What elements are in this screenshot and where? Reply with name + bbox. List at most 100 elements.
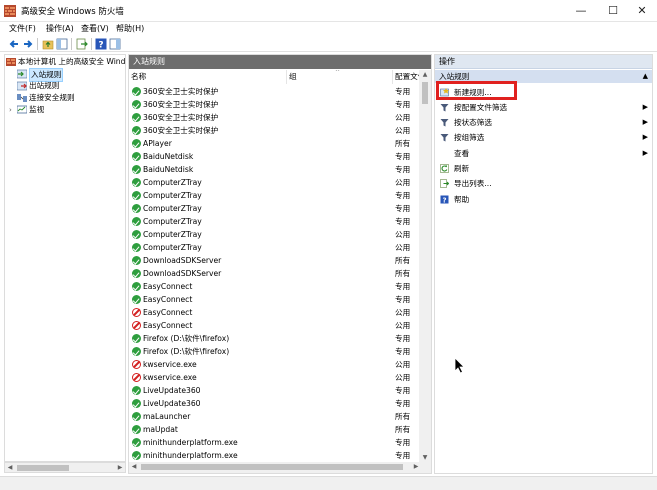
rule-profile: 专用 xyxy=(395,165,411,174)
table-row[interactable]: EasyConnect 专用 xyxy=(129,293,419,306)
table-row[interactable]: ComputerZTray 专用 xyxy=(129,202,419,215)
table-row[interactable]: ComputerZTray 公用 xyxy=(129,228,419,241)
table-row[interactable]: Firefox (D:\软件\firefox) 专用 xyxy=(129,345,419,358)
table-row[interactable]: DownloadSDKServer 所有 xyxy=(129,254,419,267)
maximize-button[interactable]: ☐ xyxy=(598,0,628,22)
table-row[interactable]: ComputerZTray 专用 xyxy=(129,215,419,228)
scroll-right-icon[interactable]: ▶ xyxy=(115,463,125,473)
rule-profile: 专用 xyxy=(395,87,411,96)
rule-profile: 公用 xyxy=(395,126,411,135)
show-tree-icon[interactable] xyxy=(56,38,68,50)
column-header-group[interactable]: 组 ^ xyxy=(287,70,393,84)
rule-name: ComputerZTray xyxy=(143,217,202,226)
allowed-rule-icon xyxy=(132,152,141,161)
scroll-left-icon[interactable]: ◀ xyxy=(129,462,139,472)
menu-help[interactable]: 帮助(H) xyxy=(116,23,144,34)
action-item[interactable]: 按配置文件筛选 ▶ xyxy=(435,101,652,114)
rule-profile: 公用 xyxy=(395,373,411,382)
rule-name: EasyConnect xyxy=(143,308,193,317)
rule-name: LiveUpdate360 xyxy=(143,399,201,408)
tree-item-label: 监视 xyxy=(29,105,45,114)
rules-list: 360安全卫士实时保护 专用 360安全卫士实时保护 专用 360安全卫士实时保护 公用 3… xyxy=(129,85,419,462)
table-row[interactable]: EasyConnect 专用 xyxy=(129,280,419,293)
table-row[interactable]: minithunderplatform.exe 专用 xyxy=(129,436,419,449)
show-action-pane-icon[interactable] xyxy=(109,38,121,50)
allowed-rule-icon xyxy=(132,399,141,408)
submenu-arrow-icon: ▶ xyxy=(642,133,648,141)
table-row[interactable]: LiveUpdate360 专用 xyxy=(129,384,419,397)
table-row[interactable]: minithunderplatform.exe 专用 xyxy=(129,449,419,462)
table-row[interactable]: ComputerZTray 公用 xyxy=(129,176,419,189)
action-item[interactable]: 刷新 xyxy=(435,162,652,175)
table-row[interactable]: kwservice.exe 公用 xyxy=(129,358,419,371)
rule-profile: 所有 xyxy=(395,139,411,148)
tree-horizontal-scrollbar[interactable]: ◀ ▶ xyxy=(4,462,126,473)
table-row[interactable]: maLauncher 所有 xyxy=(129,410,419,423)
column-header-name[interactable]: 名称 xyxy=(129,70,287,84)
navigation-tree: 本地计算机 上的高级安全 Windo 入站规则 出站规则 连接安全规则 › 监视 xyxy=(4,54,126,462)
table-row[interactable]: 360安全卫士实时保护 公用 xyxy=(129,124,419,137)
rule-profile: 专用 xyxy=(395,152,411,161)
table-row[interactable]: 360安全卫士实时保护 公用 xyxy=(129,111,419,124)
allowed-rule-icon xyxy=(132,282,141,291)
submenu-arrow-icon: ▶ xyxy=(642,118,648,126)
menu-file[interactable]: 文件(F) xyxy=(9,23,36,34)
action-item[interactable]: 按状态筛选 ▶ xyxy=(435,116,652,129)
expand-chevron-icon[interactable]: › xyxy=(9,104,12,116)
forward-arrow-icon[interactable] xyxy=(22,38,34,50)
scrollbar-thumb[interactable] xyxy=(141,464,403,470)
rule-profile: 公用 xyxy=(395,360,411,369)
rule-profile: 公用 xyxy=(395,230,411,239)
rule-profile: 专用 xyxy=(395,451,411,460)
minimize-button[interactable]: — xyxy=(566,0,596,22)
allowed-rule-icon xyxy=(132,425,141,434)
folder-up-icon[interactable] xyxy=(42,38,54,50)
rule-name: kwservice.exe xyxy=(143,373,197,382)
scrollbar-thumb[interactable] xyxy=(17,465,69,471)
actions-pane-title: 操作 xyxy=(435,55,652,69)
table-row[interactable]: kwservice.exe 公用 xyxy=(129,371,419,384)
scroll-up-icon[interactable]: ▲ xyxy=(419,70,431,80)
back-arrow-icon[interactable] xyxy=(8,38,20,50)
rule-profile: 公用 xyxy=(395,308,411,317)
blocked-rule-icon xyxy=(132,360,141,369)
action-item[interactable]: 查看 ▶ xyxy=(435,147,652,160)
rule-name: EasyConnect xyxy=(143,295,193,304)
toolbar-separator xyxy=(37,38,38,50)
rules-panel: 入站规则 名称 组 ^ 配置文件 360安全卫士实时保护专用360安全卫士实时保… xyxy=(128,54,432,474)
table-row[interactable]: maUpdat 所有 xyxy=(129,423,419,436)
action-item[interactable]: 导出列表... xyxy=(435,177,652,190)
table-row[interactable]: EasyConnect 公用 xyxy=(129,319,419,332)
toolbar-separator xyxy=(71,38,72,50)
table-row[interactable]: 360安全卫士实时保护 专用 xyxy=(129,85,419,98)
table-row[interactable]: EasyConnect 公用 xyxy=(129,306,419,319)
rules-vertical-scrollbar[interactable]: ▲ ▼ xyxy=(419,70,431,473)
rule-profile: 公用 xyxy=(395,321,411,330)
rule-name: DownloadSDKServer xyxy=(143,269,222,278)
scroll-right-icon[interactable]: ▶ xyxy=(411,462,421,472)
menu-action[interactable]: 操作(A) xyxy=(46,23,74,34)
action-item-label: 按组筛选 xyxy=(454,133,485,142)
table-row[interactable]: APlayer 所有 xyxy=(129,137,419,150)
table-row[interactable]: DownloadSDKServer 所有 xyxy=(129,267,419,280)
rule-name: BaiduNetdisk xyxy=(143,165,194,174)
action-item[interactable]: ? 帮助 xyxy=(435,193,652,206)
menu-view[interactable]: 查看(V) xyxy=(81,23,109,34)
table-row[interactable]: ComputerZTray 专用 xyxy=(129,189,419,202)
allowed-rule-icon xyxy=(132,165,141,174)
scroll-left-icon[interactable]: ◀ xyxy=(5,463,15,473)
table-row[interactable]: BaiduNetdisk 专用 xyxy=(129,163,419,176)
rules-horizontal-scrollbar[interactable]: ◀ ▶ xyxy=(129,462,421,473)
table-row[interactable]: LiveUpdate360 专用 xyxy=(129,397,419,410)
table-row[interactable]: 360安全卫士实时保护 专用 xyxy=(129,98,419,111)
column-header-profile[interactable]: 配置文件 xyxy=(393,70,421,84)
table-row[interactable]: Firefox (D:\软件\firefox) 专用 xyxy=(129,332,419,345)
scrollbar-thumb[interactable] xyxy=(422,82,428,104)
help-icon[interactable]: ? xyxy=(95,38,107,50)
table-row[interactable]: BaiduNetdisk 专用 xyxy=(129,150,419,163)
export-icon[interactable] xyxy=(76,38,88,50)
close-button[interactable]: ✕ xyxy=(627,0,657,22)
collapse-up-icon[interactable]: ▲ xyxy=(643,70,648,83)
table-row[interactable]: ComputerZTray 公用 xyxy=(129,241,419,254)
action-item[interactable]: 按组筛选 ▶ xyxy=(435,131,652,144)
